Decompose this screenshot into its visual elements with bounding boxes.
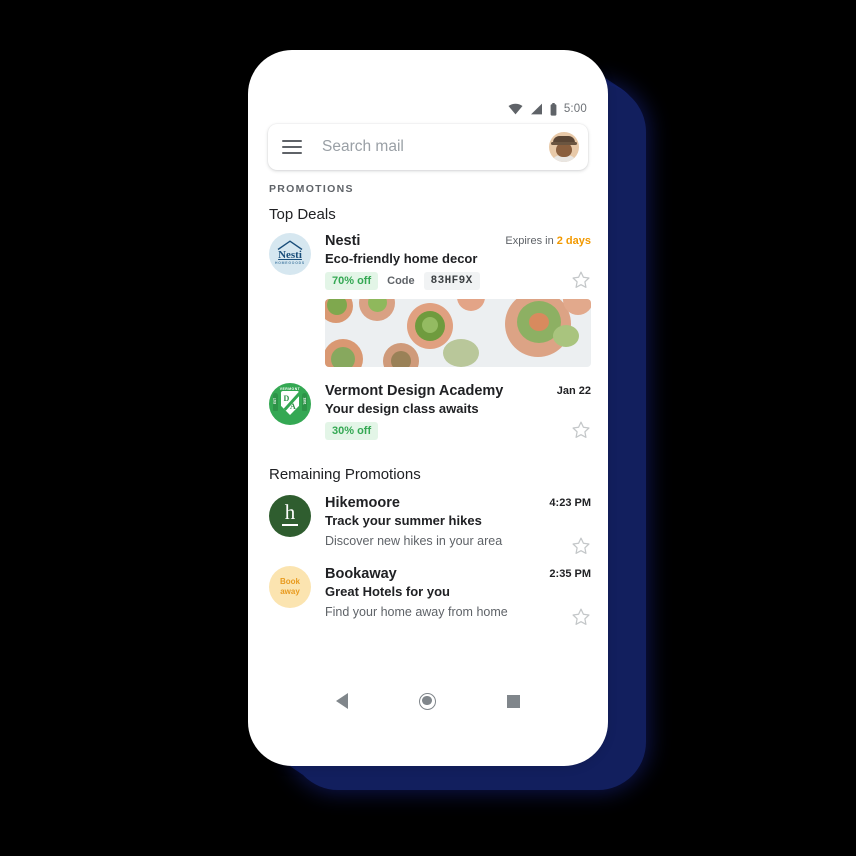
search-input[interactable]: Search mail [322,138,549,156]
home-circle-icon[interactable] [418,692,436,710]
mail-row-body: Bookaway 2:35 PM Great Hotels for you Fi… [325,566,591,625]
section-title-top-deals: Top Deals [269,206,336,223]
recents-square-icon[interactable] [506,694,520,708]
promo-image-succulents[interactable] [325,299,591,367]
time-meta: 2:35 PM [549,566,591,580]
deal-chip-row: 30% off [325,420,591,440]
phone-screen: 5:00 Search mail PROMOTIONS Top Deals Ne… [255,96,601,722]
mail-row-nesti[interactable]: Nesti HOMEGOODS Nesti Expires in 2 days … [255,223,601,367]
subject-line: Track your summer hikes [325,513,482,528]
time-meta: 4:23 PM [549,495,591,509]
hamburger-menu-icon[interactable] [282,140,302,154]
screenshot-stage: 5:00 Search mail PROMOTIONS Top Deals Ne… [0,0,856,856]
mail-row-body: Vermont Design Academy Jan 22 Your desig… [325,383,591,440]
search-bar[interactable]: Search mail [268,124,588,170]
mail-row-bookaway[interactable]: Book away Bookaway 2:35 PM Great Hotels … [255,548,601,625]
expiry-prefix: Expires in [505,235,557,247]
date-meta: Jan 22 [557,383,591,397]
subject-line: Great Hotels for you [325,584,450,599]
user-avatar[interactable] [549,132,579,162]
time-value: 4:23 PM [549,497,591,509]
mail-row-hikemoore[interactable]: h Hikemoore 4:23 PM Track your summer hi… [255,483,601,554]
sender-name: Bookaway [325,566,397,582]
vermont-logo-est: EST [273,397,278,405]
nesti-logo: Nesti HOMEGOODS [269,233,311,275]
mail-row-header: Bookaway 2:35 PM [325,566,591,582]
sender-name: Hikemoore [325,495,400,511]
expiry-meta: Expires in 2 days [505,233,591,247]
shield-icon: D A [281,391,299,415]
mail-row-body: Nesti Expires in 2 days Eco-friendly hom… [325,233,591,367]
nesti-logo-subtext: HOMEGOODS [275,261,305,265]
star-outline-icon[interactable] [571,536,591,556]
vermont-logo-year: 1961 [302,397,307,405]
subject-line: Your design class awaits [325,401,479,416]
section-title-remaining: Remaining Promotions [269,466,421,483]
snippet-row: Find your home away from home [325,605,591,625]
status-time: 5:00 [563,103,587,115]
wifi-icon [508,103,523,115]
mail-row-header: Hikemoore 4:23 PM [325,495,591,511]
snippet-text: Find your home away from home [325,605,508,619]
android-nav-bar [255,680,601,722]
promo-code[interactable]: 83HF9X [423,272,480,290]
time-value: 2:35 PM [549,568,591,580]
code-label: Code [387,275,415,287]
vermont-logo: VERMONT EST 1961 D A [269,383,311,425]
nesti-logo-text: Nesti [278,249,302,261]
battery-icon [550,102,557,116]
date-value: Jan 22 [556,385,591,397]
hikemoore-logo-text: h [284,500,296,524]
status-bar: 5:00 [255,96,601,122]
expiry-value: 2 days [556,235,591,247]
phone-mockup: 5:00 Search mail PROMOTIONS Top Deals Ne… [248,50,608,766]
discount-badge: 70% off [325,272,379,290]
mail-row-header: Vermont Design Academy Jan 22 [325,383,591,399]
search-bar-container: Search mail [255,122,601,170]
star-outline-icon[interactable] [571,607,591,627]
sender-name: Vermont Design Academy [325,383,504,399]
vermont-logo-arc: VERMONT [279,387,301,391]
sender-name: Nesti [325,233,361,249]
snippet-text: Discover new hikes in your area [325,534,503,548]
bookaway-logo: Book away [269,566,311,608]
hikemoore-logo: h [269,495,311,537]
star-outline-icon[interactable] [571,420,591,440]
mail-row-vermont[interactable]: VERMONT EST 1961 D A Vermont Design Acad… [255,367,601,440]
deal-chip-row: 70% off Code 83HF9X [325,270,591,290]
bookaway-logo-line1: Book [280,577,300,586]
cellular-signal-icon [530,103,542,115]
category-label: PROMOTIONS [269,183,354,195]
mail-row-header: Nesti Expires in 2 days [325,233,591,249]
subject-line: Eco-friendly home decor [325,251,478,266]
snippet-row: Discover new hikes in your area [325,534,591,554]
back-triangle-icon[interactable] [336,693,349,709]
star-outline-icon[interactable] [571,270,591,290]
bookaway-logo-line2: away [280,587,300,596]
discount-badge: 30% off [325,422,379,440]
mail-row-body: Hikemoore 4:23 PM Track your summer hike… [325,495,591,554]
